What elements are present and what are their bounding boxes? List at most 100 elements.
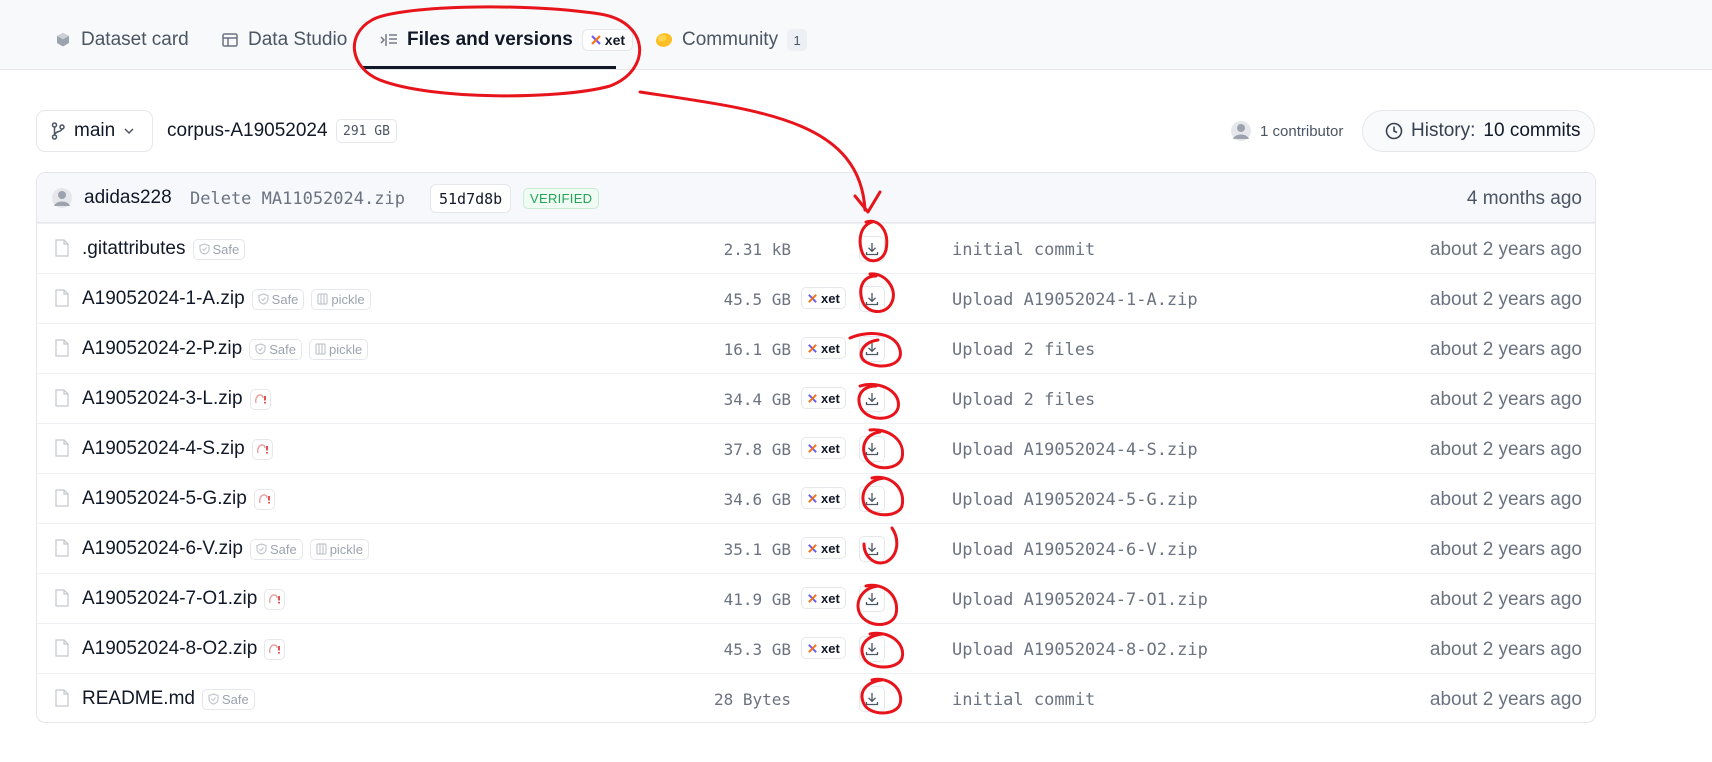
file-name-link[interactable]: A19052024-7-O1.zip [82,588,257,610]
pickle-icon [315,343,326,355]
file-icon [55,489,69,507]
file-name-cell: A19052024-4-S.zip [82,438,273,460]
file-name-cell: A19052024-5-G.zip [82,488,275,510]
history-button[interactable]: History: 10 commits [1362,110,1595,152]
warning-icon [258,494,270,504]
file-commit-message[interactable]: Upload A19052024-6-V.zip [952,540,1198,560]
file-size: 28 Bytes [713,690,791,709]
scan-warning-badge[interactable] [251,438,273,460]
tab-community[interactable]: Community 1 [655,28,808,52]
scan-warning-badge[interactable] [264,638,286,660]
download-icon [865,343,879,356]
file-commit-time: about 2 years ago [1429,639,1582,660]
xet-icon [808,293,817,303]
file-size: 34.4 GB [723,390,791,409]
file-size: 45.5 GB [723,290,791,309]
download-icon [865,293,879,306]
file-icon [55,589,69,607]
file-commit-time: about 2 years ago [1429,339,1582,360]
file-commit-message[interactable]: Upload A19052024-4-S.zip [952,440,1198,460]
file-size: 35.1 GB [723,540,791,559]
file-commit-message[interactable]: Upload A19052024-1-A.zip [952,290,1198,310]
file-row[interactable]: README.md Safe 28 Bytes initial commit about… [37,673,1595,722]
file-commit-message[interactable]: Upload A19052024-7-O1.zip [952,590,1208,610]
file-name-link[interactable]: A19052024-4-S.zip [82,438,245,460]
commit-hash[interactable]: 51d7d8b [430,184,512,213]
safe-badge[interactable]: Safe [249,538,303,560]
file-name-link[interactable]: A19052024-1-A.zip [82,288,245,310]
download-button[interactable] [859,386,885,412]
file-size: 16.1 GB [723,340,791,359]
tab-files-and-versions[interactable]: Files and versions xet [380,28,634,52]
scan-warning-badge[interactable] [253,488,275,510]
download-button[interactable] [859,486,885,512]
file-name-link[interactable]: A19052024-2-P.zip [82,338,242,360]
file-name-link[interactable]: .gitattributes [82,238,186,260]
pickle-badge[interactable]: pickle [309,538,369,560]
file-commit-time: about 2 years ago [1429,539,1582,560]
file-row[interactable]: A19052024-4-S.zip 37.8 GB xet Upload A19052… [37,423,1595,473]
file-row[interactable]: A19052024-8-O2.zip 45.3 GB xet Upload A1905… [37,623,1595,673]
branch-icon [51,122,65,140]
branch-name: main [74,120,116,141]
download-button[interactable] [859,586,885,612]
repo-path[interactable]: corpus-A19052024 [167,120,328,142]
file-name-link[interactable]: A19052024-6-V.zip [82,538,243,560]
file-name-cell: A19052024-6-V.zip Safe pickle [82,538,369,560]
file-name-link[interactable]: A19052024-3-L.zip [82,388,243,410]
pickle-badge[interactable]: pickle [308,338,369,360]
xet-badge: xet [801,287,846,309]
file-row[interactable]: A19052024-1-A.zip Safe pickle 45.5 GB xet Upl… [37,273,1595,323]
files-icon [380,31,398,49]
author-avatar [52,188,72,208]
scan-warning-badge[interactable] [264,588,286,610]
file-commit-message[interactable]: initial commit [952,690,1095,710]
file-table: adidas228 Delete MA11052024.zip 51d7d8b … [36,172,1596,723]
commit-author[interactable]: adidas228 [84,187,172,209]
safe-badge[interactable]: Safe [201,688,255,710]
safe-badge[interactable]: Safe [251,288,305,310]
download-button[interactable] [859,236,885,262]
pickle-badge[interactable]: pickle [311,288,371,310]
contributors-link[interactable]: 1 contributor [1230,120,1343,142]
safe-badge[interactable]: Safe [192,238,246,260]
file-icon [55,289,69,307]
xet-icon [808,443,817,453]
file-commit-message[interactable]: Upload A19052024-5-G.zip [952,490,1198,510]
tab-dataset-card[interactable]: Dataset card [54,28,189,52]
file-icon [55,539,69,557]
file-commit-message[interactable]: initial commit [952,240,1095,260]
download-button[interactable] [859,636,885,662]
history-label: History: [1411,120,1476,141]
file-row[interactable]: .gitattributes Safe 2.31 kB initial commit a… [37,223,1595,273]
file-row[interactable]: A19052024-3-L.zip 34.4 GB xet Upload 2 file… [37,373,1595,423]
repo-size-badge: 291 GB [336,119,397,143]
download-button[interactable] [859,336,885,362]
file-name-link[interactable]: README.md [82,688,195,710]
download-button[interactable] [859,436,885,462]
file-row[interactable]: A19052024-7-O1.zip 41.9 GB xet Upload A1905… [37,573,1595,623]
file-commit-message[interactable]: Upload 2 files [952,340,1095,360]
file-commit-message[interactable]: Upload 2 files [952,390,1095,410]
file-row[interactable]: A19052024-5-G.zip 34.6 GB xet Upload A19052… [37,473,1595,523]
file-name-link[interactable]: A19052024-5-G.zip [82,488,247,510]
file-name-link[interactable]: A19052024-8-O2.zip [82,638,257,660]
safe-badge[interactable]: Safe [249,338,302,360]
branch-selector[interactable]: main [36,110,153,152]
scan-warning-badge[interactable] [249,388,271,410]
commit-message[interactable]: Delete MA11052024.zip [190,189,405,209]
file-commit-message[interactable]: Upload A19052024-8-O2.zip [952,640,1208,660]
download-button[interactable] [859,536,885,562]
xet-icon [808,343,817,353]
file-commit-time: about 2 years ago [1429,289,1582,310]
cube-icon [54,31,72,49]
xet-badge: xet [801,637,846,659]
file-row[interactable]: A19052024-2-P.zip Safe pickle 16.1 GB xet Upl… [37,323,1595,373]
download-button[interactable] [859,686,885,712]
download-button[interactable] [859,286,885,312]
shield-check-icon [198,243,210,255]
tab-data-studio[interactable]: Data Studio [221,28,347,52]
xet-icon [808,643,817,653]
repo-tab-bar: Dataset card Data Studio Files and versi… [0,0,1712,70]
file-row[interactable]: A19052024-6-V.zip Safe pickle 35.1 GB xet Upl… [37,523,1595,573]
